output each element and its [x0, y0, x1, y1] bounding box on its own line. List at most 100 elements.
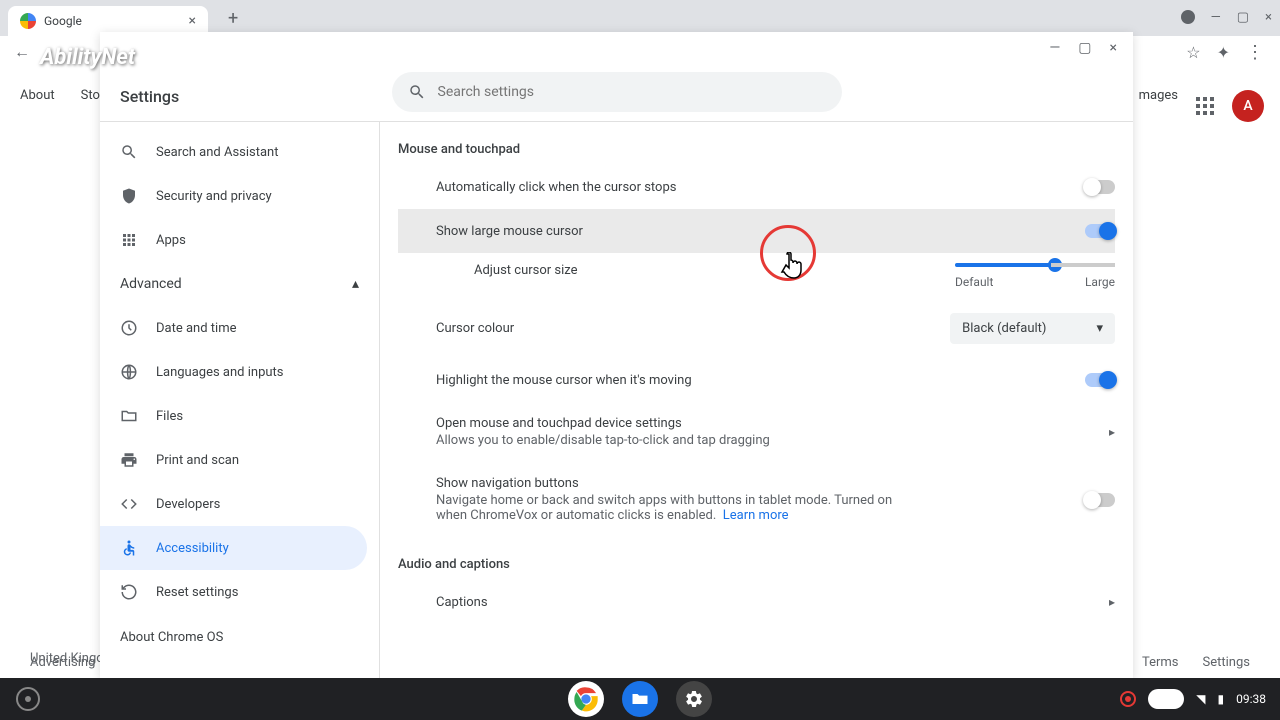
- chevron-up-icon: ▴: [352, 276, 359, 292]
- tab-strip: Google × + — ▢ ×: [0, 0, 1280, 36]
- sidebar-item-label: Files: [156, 409, 183, 424]
- cursor-colour-dropdown[interactable]: Black (default) ▾: [950, 313, 1115, 344]
- setting-large-cursor: Show large mouse cursor: [398, 209, 1115, 253]
- setting-open-device[interactable]: Open mouse and touchpad device settings …: [398, 402, 1115, 462]
- extensions-icon[interactable]: ✦: [1217, 43, 1230, 62]
- search-icon: [120, 143, 140, 161]
- sidebar-item-apps[interactable]: Apps: [100, 218, 367, 262]
- chevron-right-icon: ▸: [1109, 425, 1115, 439]
- recording-indicator-icon: [1120, 691, 1136, 707]
- browser-menu-button[interactable]: ⋮: [1246, 42, 1264, 63]
- chevron-down-icon: ▾: [1096, 321, 1103, 336]
- setting-label: Captions: [436, 595, 488, 610]
- auto-click-toggle[interactable]: [1085, 180, 1115, 194]
- clock-time: 09:38: [1236, 692, 1266, 706]
- settings-header: Settings: [100, 32, 1133, 122]
- search-input[interactable]: [438, 84, 826, 100]
- sidebar-advanced-toggle[interactable]: Advanced ▴: [100, 262, 379, 306]
- search-settings-box[interactable]: [392, 72, 842, 112]
- search-icon: [408, 83, 426, 101]
- sidebar-item-accessibility[interactable]: Accessibility: [100, 526, 367, 570]
- apps-grid-icon[interactable]: [1196, 97, 1214, 115]
- bg-settings-link[interactable]: Settings: [1203, 655, 1250, 670]
- settings-title: Settings: [120, 87, 179, 106]
- close-icon[interactable]: ×: [189, 13, 196, 29]
- setting-label: Show navigation buttons: [436, 476, 896, 491]
- accessibility-icon: [120, 539, 140, 557]
- setting-label: Highlight the mouse cursor when it's mov…: [436, 373, 692, 388]
- record-indicator-icon: [1181, 10, 1195, 28]
- sidebar-item-reset[interactable]: Reset settings: [100, 570, 367, 614]
- sidebar-item-languages[interactable]: Languages and inputs: [100, 350, 367, 394]
- cursor-size-slider[interactable]: [955, 263, 1115, 267]
- setting-label: Automatically click when the cursor stop…: [436, 180, 676, 195]
- globe-icon: [120, 363, 140, 381]
- chrome-app-icon[interactable]: [568, 681, 604, 717]
- notification-pill: [1148, 689, 1184, 709]
- wifi-icon: ◥: [1196, 692, 1205, 706]
- bg-about-link[interactable]: About: [20, 88, 55, 103]
- account-avatar[interactable]: A: [1232, 90, 1264, 122]
- printer-icon: [120, 451, 140, 469]
- tab-title: Google: [44, 14, 82, 28]
- dropdown-value: Black (default): [962, 321, 1046, 336]
- setting-captions[interactable]: Captions ▸: [398, 580, 1115, 624]
- settings-content: Mouse and touchpad Automatically click w…: [380, 122, 1133, 678]
- setting-nav-buttons: Show navigation buttons Navigate home or…: [398, 462, 1115, 537]
- reset-icon: [120, 583, 140, 601]
- folder-icon: [120, 407, 140, 425]
- section-audio-captions: Audio and captions: [398, 557, 1115, 572]
- bookmark-star-icon[interactable]: ☆: [1186, 43, 1200, 62]
- sidebar-item-files[interactable]: Files: [100, 394, 367, 438]
- system-tray[interactable]: ◥ ▮ 09:38: [1120, 689, 1266, 709]
- bg-images-link[interactable]: mages: [1139, 88, 1178, 103]
- large-cursor-toggle[interactable]: [1085, 224, 1115, 238]
- sidebar-item-label: Accessibility: [156, 541, 229, 556]
- chevron-right-icon: ▸: [1109, 595, 1115, 609]
- setting-cursor-colour: Cursor colour Black (default) ▾: [398, 299, 1115, 358]
- slider-thumb[interactable]: [1048, 258, 1062, 272]
- sidebar-item-search-assistant[interactable]: Search and Assistant: [100, 130, 367, 174]
- sidebar-item-label: Print and scan: [156, 453, 239, 468]
- new-tab-button[interactable]: +: [228, 8, 238, 29]
- close-button[interactable]: ×: [1265, 10, 1272, 28]
- minimize-button[interactable]: —: [1211, 10, 1221, 28]
- learn-more-link[interactable]: Learn more: [723, 508, 789, 523]
- settings-app-icon[interactable]: [676, 681, 712, 717]
- setting-highlight-cursor: Highlight the mouse cursor when it's mov…: [398, 358, 1115, 402]
- sidebar-item-security[interactable]: Security and privacy: [100, 174, 367, 218]
- sidebar-item-label: Date and time: [156, 321, 237, 336]
- maximize-button[interactable]: ▢: [1237, 10, 1249, 28]
- sidebar-item-date-time[interactable]: Date and time: [100, 306, 367, 350]
- launcher-button[interactable]: [16, 687, 40, 711]
- bg-nav-left: About Stor: [20, 88, 104, 103]
- highlight-cursor-toggle[interactable]: [1085, 373, 1115, 387]
- setting-description: Allows you to enable/disable tap-to-clic…: [436, 433, 770, 448]
- shield-icon: [120, 187, 140, 205]
- setting-label: Open mouse and touchpad device settings: [436, 416, 770, 431]
- files-app-icon[interactable]: [622, 681, 658, 717]
- sidebar-item-print-scan[interactable]: Print and scan: [100, 438, 367, 482]
- slider-label-max: Large: [1085, 275, 1115, 289]
- nav-buttons-toggle[interactable]: [1085, 493, 1115, 507]
- setting-auto-click: Automatically click when the cursor stop…: [398, 165, 1115, 209]
- clock-icon: [120, 319, 140, 337]
- favicon-icon: [20, 13, 36, 29]
- slider-label-min: Default: [955, 275, 993, 289]
- watermark-text: AbilityNet: [40, 45, 135, 70]
- sidebar-item-developers[interactable]: Developers: [100, 482, 367, 526]
- sidebar-about-chrome-os[interactable]: About Chrome OS: [100, 614, 379, 661]
- sidebar-item-label: Developers: [156, 497, 220, 512]
- section-mouse-touchpad: Mouse and touchpad: [398, 142, 1115, 157]
- setting-label: Cursor colour: [436, 321, 514, 336]
- setting-description: Navigate home or back and switch apps wi…: [436, 493, 896, 523]
- bg-terms-link[interactable]: Terms: [1142, 655, 1179, 670]
- bg-advertising-link[interactable]: Advertising: [30, 655, 95, 670]
- sidebar: Search and Assistant Security and privac…: [100, 122, 380, 678]
- setting-cursor-size: Adjust cursor size Default Large: [398, 253, 1115, 299]
- back-button[interactable]: ←: [8, 42, 36, 62]
- browser-window-controls: — ▢ ×: [1181, 10, 1272, 28]
- sidebar-item-label: Languages and inputs: [156, 365, 284, 380]
- sidebar-item-label: Apps: [156, 233, 186, 248]
- setting-label: Adjust cursor size: [474, 263, 578, 278]
